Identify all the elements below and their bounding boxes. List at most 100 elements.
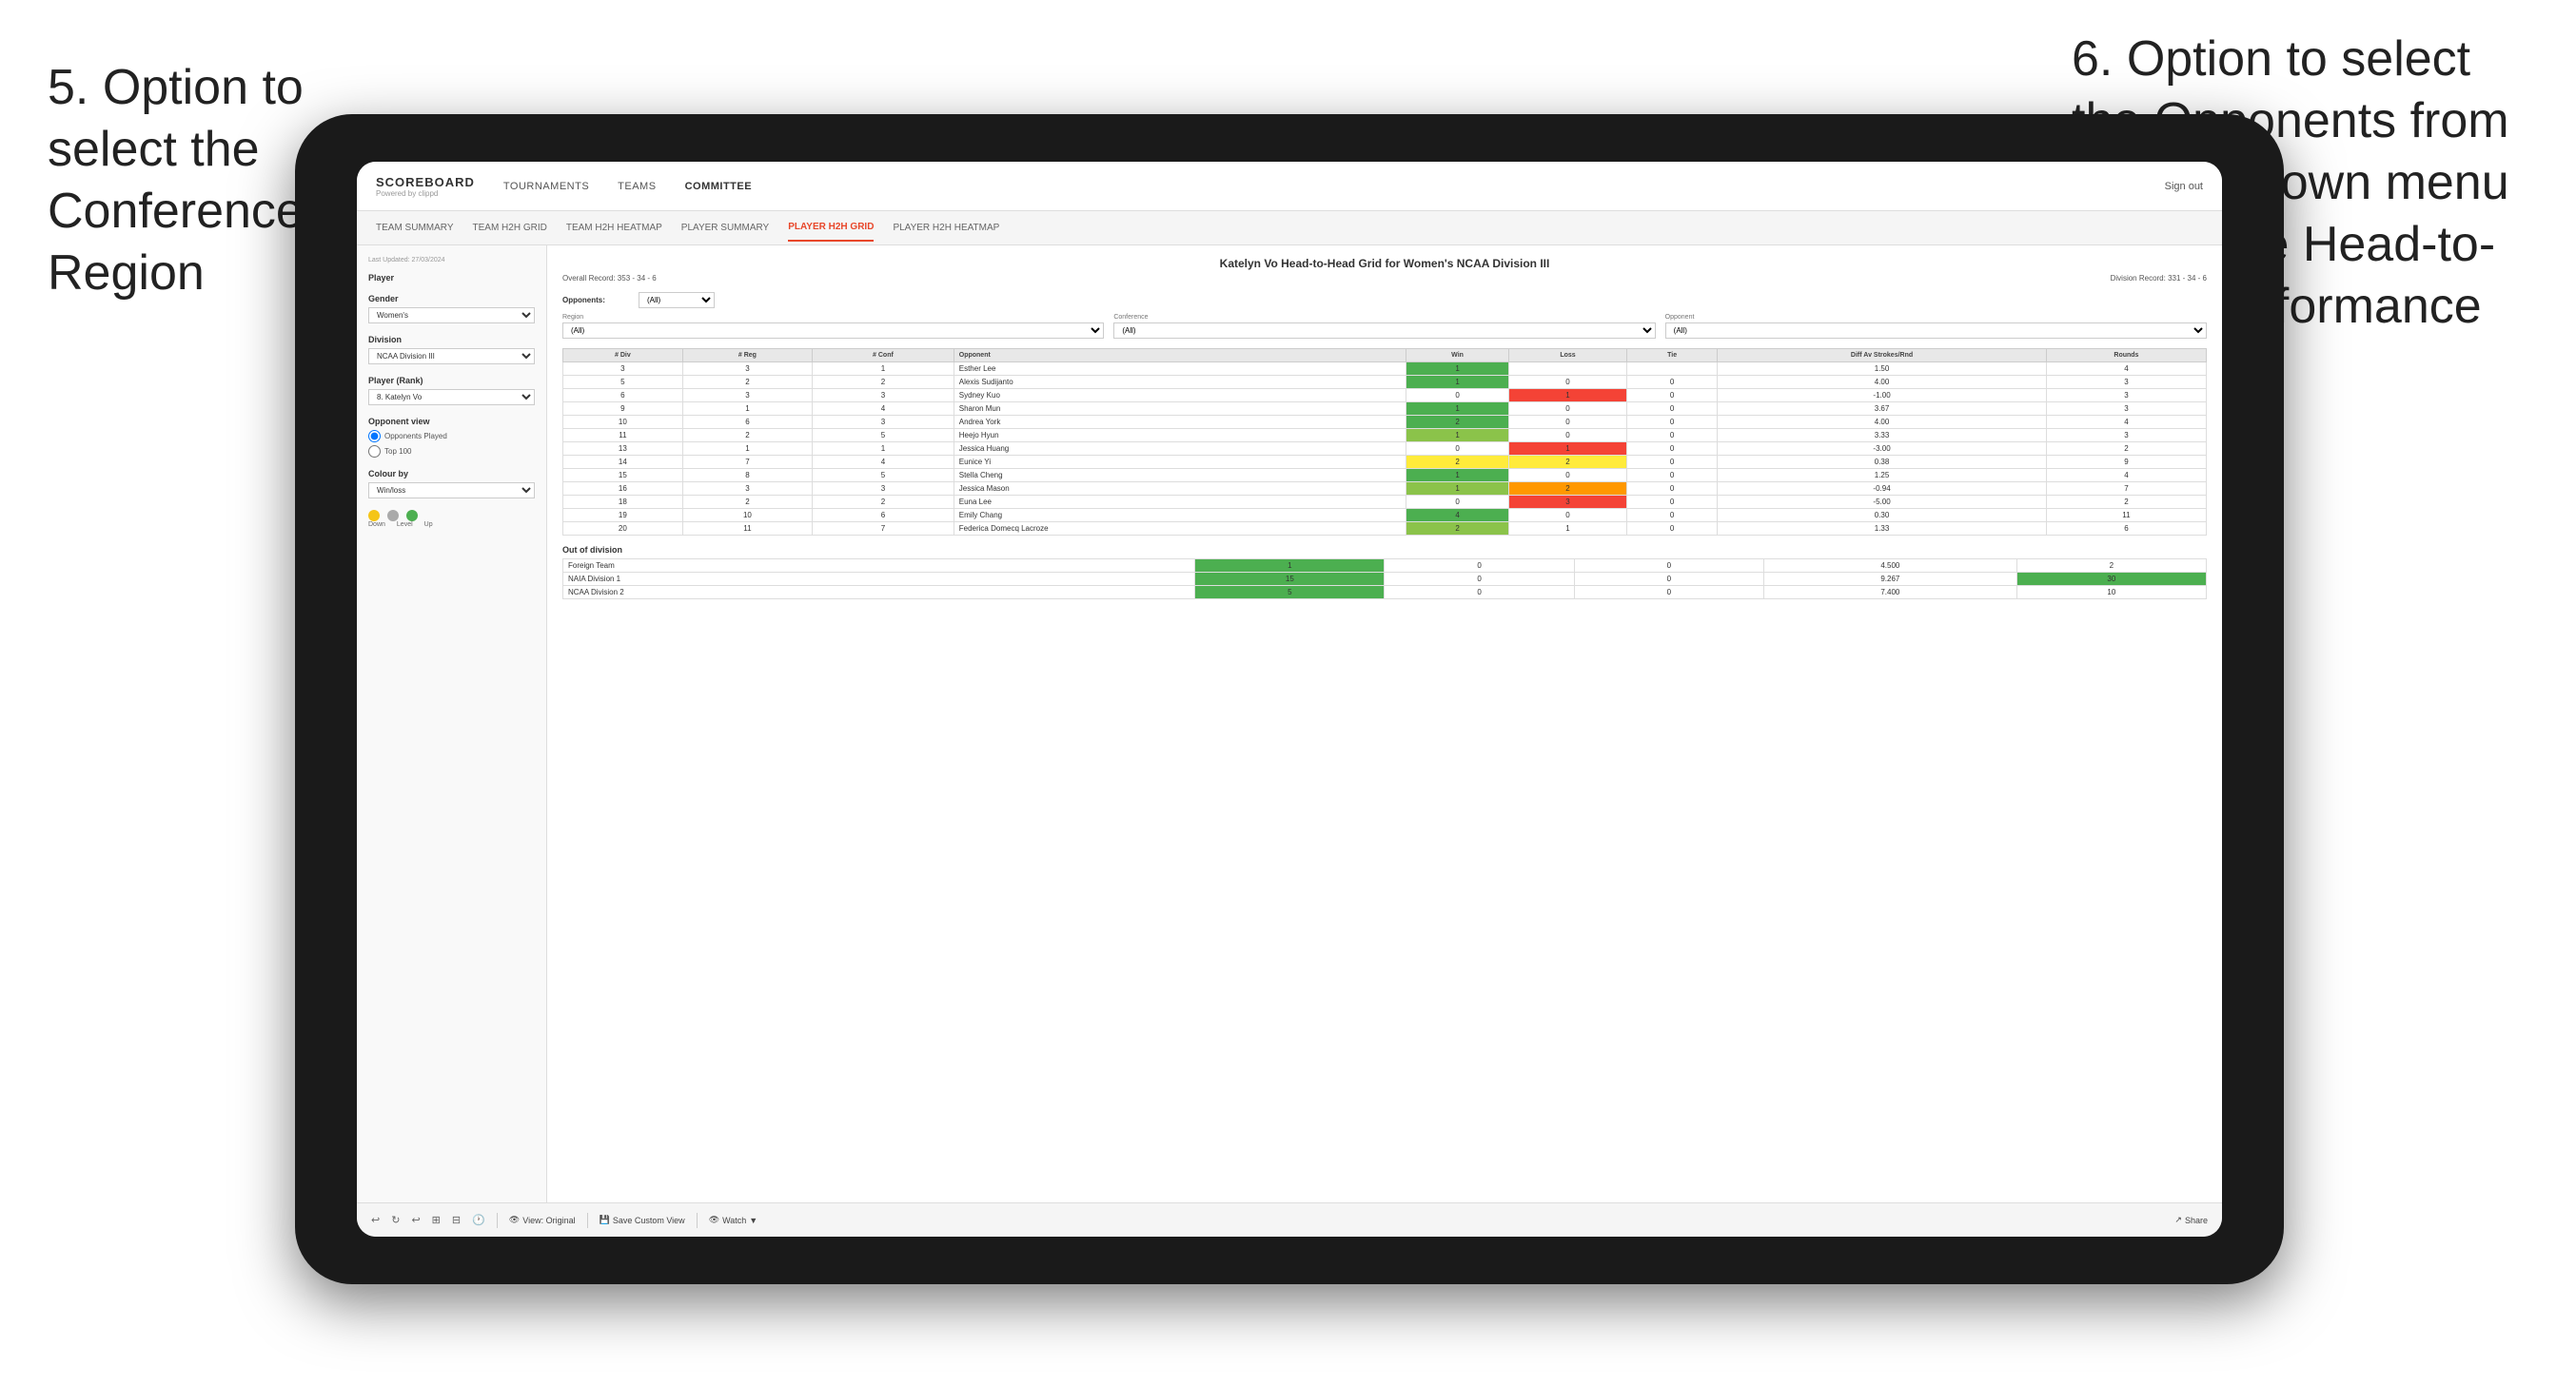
player-label: Player <box>368 273 535 283</box>
color-indicators <box>368 510 535 521</box>
table-row: 1822 Euna Lee 030 -5.002 <box>563 496 2207 509</box>
filter-row: Opponents: (All) <box>562 292 2207 308</box>
sidebar-player-rank-section: Player (Rank) 8. Katelyn Vo <box>368 376 535 405</box>
header-right: Sign out <box>2165 181 2203 192</box>
col-opponent: Opponent <box>954 349 1406 362</box>
copy-icon[interactable]: ⊞ <box>432 1214 441 1226</box>
radio-opponents-played[interactable]: Opponents Played <box>368 430 535 442</box>
nav-tournaments[interactable]: TOURNAMENTS <box>503 177 589 196</box>
player-rank-select[interactable]: 8. Katelyn Vo <box>368 389 535 405</box>
sidebar-gender-section: Gender Women's <box>368 294 535 323</box>
out-of-division-title: Out of division <box>562 545 2207 555</box>
col-tie: Tie <box>1626 349 1717 362</box>
opponents-filter-label: Opponents: <box>562 296 629 304</box>
tablet-frame: SCOREBOARD Powered by clippd TOURNAMENTS… <box>295 114 2284 1284</box>
out-of-division-table: Foreign Team 1 0 0 4.500 2 NAIA Division… <box>562 558 2207 599</box>
paste-icon[interactable]: ⊟ <box>452 1214 461 1226</box>
region-label: Region <box>562 314 1104 321</box>
tablet-screen: SCOREBOARD Powered by clippd TOURNAMENTS… <box>357 162 2222 1237</box>
conference-label: Conference <box>1113 314 1655 321</box>
col-div: # Div <box>563 349 683 362</box>
player-rank-label: Player (Rank) <box>368 376 535 385</box>
filter-section: Opponents: (All) Region (All) <box>562 292 2207 339</box>
radio-top-100[interactable]: Top 100 <box>368 445 535 458</box>
overall-record: Overall Record: 353 - 34 - 6 <box>562 274 657 283</box>
col-diff: Diff Av Strokes/Rnd <box>1718 349 2047 362</box>
opponent-view-label: Opponent view <box>368 417 535 426</box>
opponent-filter-select[interactable]: (All) <box>1665 322 2207 339</box>
toolbar-divider-3 <box>697 1213 698 1228</box>
color-dot-down <box>368 510 380 521</box>
records-row: Overall Record: 353 - 34 - 6 Division Re… <box>562 274 2207 283</box>
sidebar-player-section: Player <box>368 273 535 283</box>
clock-icon[interactable]: 🕐 <box>472 1214 485 1226</box>
tab-team-summary[interactable]: TEAM SUMMARY <box>376 215 454 241</box>
sub-nav: TEAM SUMMARY TEAM H2H GRID TEAM H2H HEAT… <box>357 211 2222 245</box>
filter-region: Region (All) <box>562 314 1104 339</box>
tab-player-h2h-heatmap[interactable]: PLAYER H2H HEATMAP <box>893 215 999 241</box>
nav-links: TOURNAMENTS TEAMS COMMITTEE <box>503 177 2165 196</box>
last-updated: Last Updated: 27/03/2024 <box>368 257 535 264</box>
table-row: NCAA Division 2 5 0 0 7.400 10 <box>563 586 2207 599</box>
share-icon: ↗ <box>2174 1215 2182 1225</box>
filter-conference: Conference (All) <box>1113 314 1655 339</box>
colour-by-select[interactable]: Win/loss <box>368 482 535 498</box>
report-title: Katelyn Vo Head-to-Head Grid for Women's… <box>562 257 2207 270</box>
sidebar-division-section: Division NCAA Division III <box>368 335 535 364</box>
table-row: 1474 Eunice Yi 220 0.389 <box>563 456 2207 469</box>
conference-select[interactable]: (All) <box>1113 322 1655 339</box>
col-rounds: Rounds <box>2046 349 2206 362</box>
redo-icon[interactable]: ↻ <box>391 1214 400 1226</box>
table-row: 633 Sydney Kuo 010 -1.003 <box>563 389 2207 402</box>
save-icon: 💾 <box>600 1215 610 1225</box>
col-conf: # Conf <box>813 349 954 362</box>
data-area: Katelyn Vo Head-to-Head Grid for Women's… <box>547 245 2222 1202</box>
undo2-icon[interactable]: ↩ <box>411 1214 420 1226</box>
filter-opponent: Opponent (All) <box>1665 314 2207 339</box>
division-record: Division Record: 331 - 34 - 6 <box>2111 274 2207 283</box>
tab-player-h2h-grid[interactable]: PLAYER H2H GRID <box>788 214 874 242</box>
color-labels: Down Level Up <box>368 521 535 528</box>
filter-row-2: Region (All) Conference (All) <box>562 314 2207 339</box>
toolbar-divider-1 <box>497 1213 498 1228</box>
table-row: 1585 Stella Cheng 100 1.254 <box>563 469 2207 482</box>
sign-out-link[interactable]: Sign out <box>2165 181 2203 192</box>
main-content: Last Updated: 27/03/2024 Player Gender W… <box>357 245 2222 1202</box>
view-original-btn[interactable]: 👁 View: Original <box>509 1215 576 1225</box>
watch-btn[interactable]: 👁 Watch ▼ <box>709 1215 758 1225</box>
gender-select[interactable]: Women's <box>368 307 535 323</box>
tab-team-h2h-heatmap[interactable]: TEAM H2H HEATMAP <box>566 215 662 241</box>
opponents-select[interactable]: (All) <box>639 292 715 308</box>
division-select[interactable]: NCAA Division III <box>368 348 535 364</box>
sidebar-colour-section: Colour by Win/loss <box>368 469 535 498</box>
table-row: 1633 Jessica Mason 120 -0.947 <box>563 482 2207 496</box>
table-row: 914 Sharon Mun 100 3.673 <box>563 402 2207 416</box>
filter-group: Region (All) Conference (All) <box>562 314 2207 339</box>
nav-teams[interactable]: TEAMS <box>618 177 656 196</box>
colour-by-label: Colour by <box>368 469 535 478</box>
save-custom-btn[interactable]: 💾 Save Custom View <box>600 1215 685 1225</box>
bottom-toolbar: ↩ ↻ ↩ ⊞ ⊟ 🕐 👁 View: Original 💾 Save Cust… <box>357 1202 2222 1237</box>
share-btn[interactable]: ↗ Share <box>2174 1215 2208 1225</box>
app-header: SCOREBOARD Powered by clippd TOURNAMENTS… <box>357 162 2222 211</box>
sidebar-opponent-view-section: Opponent view Opponents Played Top 100 <box>368 417 535 458</box>
col-loss: Loss <box>1508 349 1626 362</box>
table-row: 331 Esther Lee 1 1.504 <box>563 362 2207 376</box>
tab-team-h2h-grid[interactable]: TEAM H2H GRID <box>473 215 547 241</box>
chevron-down-icon: ▼ <box>749 1216 757 1225</box>
sidebar: Last Updated: 27/03/2024 Player Gender W… <box>357 245 547 1202</box>
opponent-view-radios: Opponents Played Top 100 <box>368 430 535 458</box>
undo-icon[interactable]: ↩ <box>371 1214 380 1226</box>
col-win: Win <box>1406 349 1509 362</box>
region-select[interactable]: (All) <box>562 322 1104 339</box>
table-row: 1063 Andrea York 200 4.004 <box>563 416 2207 429</box>
tab-player-summary[interactable]: PLAYER SUMMARY <box>681 215 769 241</box>
nav-committee[interactable]: COMMITTEE <box>685 177 753 196</box>
gender-label: Gender <box>368 294 535 303</box>
table-row: 1311 Jessica Huang 010 -3.002 <box>563 442 2207 456</box>
main-data-table: # Div # Reg # Conf Opponent Win Loss Tie… <box>562 348 2207 536</box>
table-row: 1125 Heejo Hyun 100 3.333 <box>563 429 2207 442</box>
eye-icon: 👁 <box>509 1215 520 1225</box>
toolbar-divider-2 <box>587 1213 588 1228</box>
color-dot-up <box>406 510 418 521</box>
